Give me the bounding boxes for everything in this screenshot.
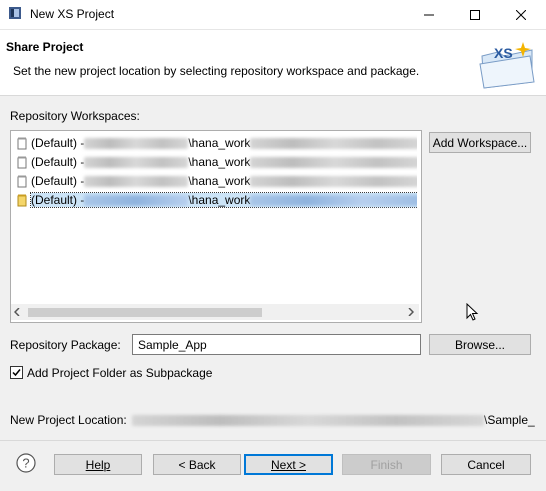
package-label: Repository Package: [10,338,121,352]
repository-icon [17,194,27,206]
close-icon [516,9,526,20]
location-label: New Project Location: [10,413,127,427]
horizontal-scrollbar[interactable] [11,304,419,320]
workspace-prefix: (Default) - [31,174,85,188]
checkmark-icon [12,369,21,377]
next-button[interactable]: Next > [244,454,333,475]
footer-divider [0,440,546,441]
scrollbar-thumb[interactable] [28,308,262,317]
app-icon [9,7,21,19]
package-input[interactable] [132,334,421,355]
close-button[interactable] [498,0,544,29]
help-icon[interactable]: ? [16,453,36,473]
scroll-right-icon[interactable] [408,308,414,316]
workspace-prefix: (Default) - [31,136,85,150]
page-description: Set the new project location by selectin… [13,64,420,78]
finish-button: Finish [342,454,431,475]
scroll-left-icon[interactable] [14,308,20,316]
xs-folder-icon: XS [479,42,535,89]
workspaces-label: Repository Workspaces: [10,109,140,123]
repository-icon [17,137,27,149]
minimize-button[interactable] [406,0,452,29]
subpackage-label: Add Project Folder as Subpackage [27,366,213,380]
workspace-path: \hana_work [188,136,251,150]
minimize-icon [424,14,434,15]
title-bar: New XS Project [0,0,546,30]
location-value: \Sample_ [132,413,535,427]
window-title: New XS Project [30,7,115,21]
maximize-button[interactable] [452,0,498,29]
browse-button[interactable]: Browse... [429,334,531,355]
wizard-header: Share Project Set the new project locati… [0,30,546,96]
cancel-button[interactable]: Cancel [441,454,531,475]
help-button[interactable]: Help [54,454,142,475]
workspace-path: \hana_work [188,174,251,188]
location-suffix: \Sample_ [484,413,535,427]
workspace-item[interactable]: (Default) - \hana_work [17,153,417,171]
workspace-item[interactable]: (Default) - \hana_work [17,134,417,152]
mouse-cursor-icon [466,303,479,321]
svg-text:?: ? [22,456,29,471]
workspace-prefix: (Default) - [31,193,85,207]
xs-badge-text: XS [494,45,513,61]
workspace-item[interactable]: (Default) - \hana_work [17,172,417,190]
back-button[interactable]: < Back [153,454,241,475]
workspace-list[interactable]: (Default) - \hana_work (Default) - \hana… [10,130,422,323]
workspace-path: \hana_work [188,155,251,169]
repository-icon [17,175,27,187]
page-title: Share Project [6,40,84,54]
workspace-item-selected[interactable]: (Default) - \hana_work [17,191,417,209]
workspace-prefix: (Default) - [31,155,85,169]
repository-icon [17,156,27,168]
maximize-icon [470,9,480,20]
subpackage-checkbox[interactable] [10,366,23,379]
add-workspace-button[interactable]: Add Workspace... [429,132,531,153]
workspace-path: \hana_work [188,193,251,207]
